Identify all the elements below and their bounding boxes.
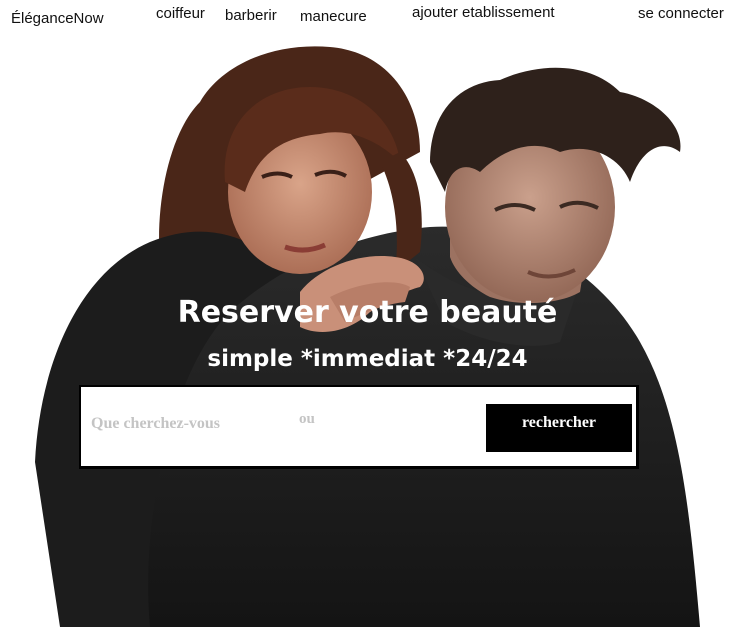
hero-illustration xyxy=(35,46,701,627)
search-bar: ou rechercher xyxy=(79,385,639,469)
login-link[interactable]: se connecter xyxy=(638,5,724,22)
search-button[interactable]: rechercher xyxy=(486,404,632,452)
hero-image xyxy=(0,42,735,627)
brand-logo[interactable]: ÉléganceNow xyxy=(11,10,104,27)
hero-title: Reserver votre beauté xyxy=(177,295,558,330)
nav-link-ajouter-etablissement[interactable]: ajouter etablissement xyxy=(412,4,555,21)
nav-link-barberir[interactable]: barberir xyxy=(225,7,277,24)
search-or-label: ou xyxy=(299,411,315,427)
search-input[interactable] xyxy=(89,409,283,439)
nav-link-manecure[interactable]: manecure xyxy=(300,8,367,25)
nav-link-coiffeur[interactable]: coiffeur xyxy=(156,5,205,22)
hero-subtitle: simple *immediat *24/24 xyxy=(207,346,528,372)
